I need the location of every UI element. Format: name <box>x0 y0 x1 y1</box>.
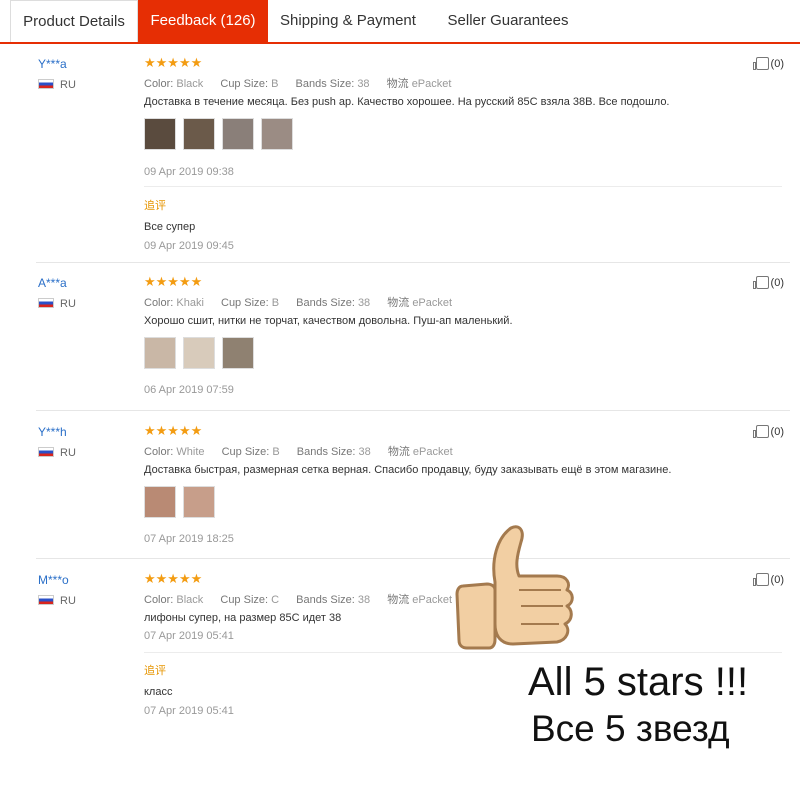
review-photo[interactable] <box>222 337 254 369</box>
reviewer-country: RU <box>38 595 76 607</box>
reviewer-name[interactable]: M***o <box>38 573 69 587</box>
additional-feedback-text: Все супер <box>144 221 196 233</box>
divider <box>36 558 790 559</box>
review-photo[interactable] <box>144 337 176 369</box>
russia-flag-icon <box>38 595 54 605</box>
divider <box>144 186 782 187</box>
review-item: Y***a RU ★★★★★ Color: Black Cup Size: B … <box>36 55 790 265</box>
rating-stars: ★★★★★ <box>144 55 203 70</box>
country-code: RU <box>60 595 76 607</box>
review-text: Доставка в течение месяца. Без push ap. … <box>144 96 670 108</box>
rating-stars: ★★★★★ <box>144 571 203 586</box>
tab-product-details[interactable]: Product Details <box>10 0 138 42</box>
review-photo[interactable] <box>144 486 176 518</box>
review-text: лифоны супер, на размер 85С идет 38 <box>144 612 342 624</box>
review-attributes: Color: Black Cup Size: B Bands Size: 38 … <box>144 78 452 90</box>
tab-feedback[interactable]: Feedback (126) <box>138 0 268 42</box>
divider <box>36 410 790 411</box>
review-photo[interactable] <box>183 337 215 369</box>
country-code: RU <box>60 298 76 310</box>
review-date: 07 Apr 2019 18:25 <box>144 533 234 545</box>
helpful-button[interactable]: (0) <box>752 573 784 586</box>
additional-feedback-text: класс <box>144 686 173 698</box>
thumbs-up-icon <box>455 525 574 650</box>
reviewer-name[interactable]: Y***a <box>38 57 67 71</box>
review-date: 07 Apr 2019 05:41 <box>144 630 234 642</box>
reviewer-country: RU <box>38 298 76 310</box>
country-code: RU <box>60 447 76 459</box>
reviewer-country: RU <box>38 447 76 459</box>
review-date: 06 Apr 2019 07:59 <box>144 384 234 396</box>
review-photo[interactable] <box>144 118 176 150</box>
thumbs-up-icon <box>752 573 769 586</box>
helpful-button[interactable]: (0) <box>752 276 784 289</box>
thumbs-up-icon <box>752 276 769 289</box>
review-date: 09 Apr 2019 09:38 <box>144 166 234 178</box>
russia-flag-icon <box>38 298 54 308</box>
rating-stars: ★★★★★ <box>144 423 203 438</box>
country-code: RU <box>60 79 76 91</box>
additional-feedback-label: 追评 <box>144 200 166 212</box>
review-attributes: Color: Khaki Cup Size: B Bands Size: 38 … <box>144 297 453 309</box>
tab-seller-guarantees[interactable]: Seller Guarantees <box>428 0 588 42</box>
thumbs-up-icon <box>752 57 769 70</box>
review-item: A***a RU ★★★★★ Color: Khaki Cup Size: B … <box>36 274 790 414</box>
review-text: Хорошо сшит, нитки не торчат, качеством … <box>144 315 513 327</box>
reviewer-country: RU <box>38 79 76 91</box>
review-photo[interactable] <box>183 486 215 518</box>
thumbs-up-icon <box>752 425 769 438</box>
review-photo[interactable] <box>222 118 254 150</box>
rating-stars: ★★★★★ <box>144 274 203 289</box>
additional-feedback-date: 09 Apr 2019 09:45 <box>144 240 234 252</box>
reviewer-name[interactable]: A***a <box>38 276 67 290</box>
review-attributes: Color: Black Cup Size: C Bands Size: 38 … <box>144 594 453 606</box>
additional-feedback-label: 追评 <box>144 665 166 677</box>
additional-feedback-date: 07 Apr 2019 05:41 <box>144 705 234 717</box>
review-attributes: Color: White Cup Size: B Bands Size: 38 … <box>144 446 453 458</box>
divider <box>36 262 790 263</box>
review-text: Доставка быстрая, размерная сетка верная… <box>144 464 672 476</box>
reviewer-name[interactable]: Y***h <box>38 425 67 439</box>
promo-headline: All 5 stars !!! <box>528 660 749 704</box>
review-item: Y***h RU ★★★★★ Color: White Cup Size: B … <box>36 423 790 563</box>
russia-flag-icon <box>38 79 54 89</box>
review-photo[interactable] <box>261 118 293 150</box>
tab-shipping-payment[interactable]: Shipping & Payment <box>268 0 428 42</box>
tab-bar: Product Details Feedback (126) Shipping … <box>0 0 800 44</box>
promo-subheadline: Все 5 звезд <box>531 708 730 749</box>
russia-flag-icon <box>38 447 54 457</box>
helpful-button[interactable]: (0) <box>752 57 784 70</box>
review-item: M***o RU ★★★★★ Color: Black Cup Size: C … <box>36 571 790 731</box>
helpful-button[interactable]: (0) <box>752 425 784 438</box>
review-photo[interactable] <box>183 118 215 150</box>
